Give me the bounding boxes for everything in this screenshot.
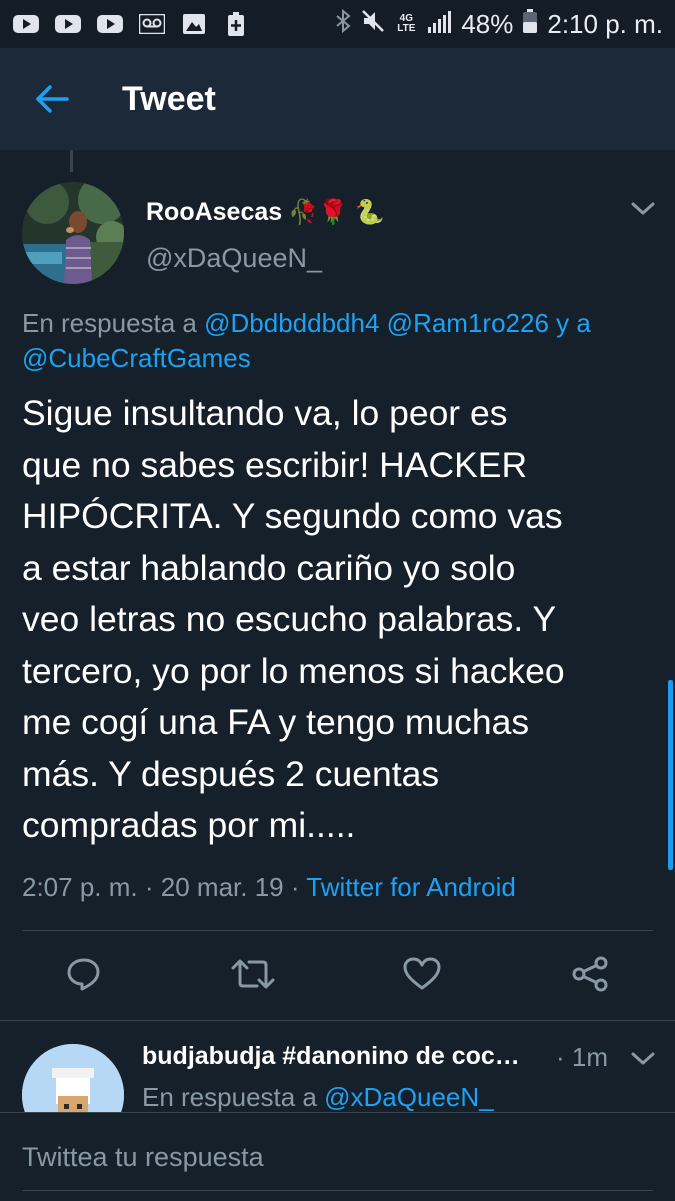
avatar[interactable] <box>22 182 124 284</box>
reply-context: En respuesta a @xDaQueeN_ <box>142 1082 494 1112</box>
chevron-down-icon <box>631 202 655 215</box>
author-emojis: 🥀🌹 🐍 <box>288 199 385 226</box>
retweet-icon <box>231 959 275 989</box>
reply-menu-button[interactable] <box>630 1050 660 1072</box>
reply-author-name[interactable]: budjabudja #danonino de coc… <box>142 1042 542 1071</box>
status-time: 2:10 p. m. <box>547 8 663 39</box>
tweet-time: 2:07 p. m. <box>22 872 138 902</box>
notification-icons <box>0 12 250 36</box>
network-type-icon: 4G LTE <box>395 14 417 34</box>
meta-separator: · <box>290 872 300 902</box>
divider <box>22 930 653 931</box>
mention-link[interactable]: @xDaQueeN_ <box>324 1082 493 1112</box>
scrollbar-thumb[interactable] <box>668 680 673 870</box>
reply-input[interactable]: Twittea tu respuesta <box>22 1135 652 1179</box>
reply-button[interactable] <box>60 950 108 998</box>
retweet-button[interactable] <box>229 950 277 998</box>
tweet-actions <box>0 940 675 1010</box>
share-button[interactable] <box>566 950 614 998</box>
battery-plus-icon <box>222 12 250 36</box>
meta-separator: · <box>144 872 154 902</box>
thread-connector-line <box>70 150 73 172</box>
page-title: Tweet <box>122 79 216 118</box>
reply-time: · 1m <box>556 1042 608 1072</box>
author-name-row[interactable]: RooAsecas 🥀🌹 🐍 <box>146 198 385 227</box>
app-bar: Tweet <box>0 48 675 150</box>
back-button[interactable] <box>20 67 84 131</box>
tweet-body: Sigue insultando va, lo peor es que no s… <box>22 393 565 845</box>
mute-icon <box>361 9 385 40</box>
tweet-meta: 2:07 p. m. · 20 mar. 19 · Twitter for An… <box>22 872 516 903</box>
gallery-icon <box>180 13 208 35</box>
reply-composer: Twittea tu respuesta <box>0 1112 675 1201</box>
author-name: RooAsecas <box>146 198 283 226</box>
like-button[interactable] <box>398 950 446 998</box>
youtube-icon <box>12 13 40 35</box>
arrow-left-icon <box>36 85 69 113</box>
battery-percent: 48% <box>461 8 514 39</box>
tweet-date: 20 mar. 19 <box>160 872 284 902</box>
reply-prefix: En respuesta a <box>22 308 197 338</box>
chevron-down-icon <box>631 1052 655 1065</box>
heart-icon <box>403 957 441 990</box>
system-indicators: 4G LTE 48% 2:10 p. m. <box>335 8 675 40</box>
reply-context: En respuesta a @Dbdbddbdh4 @Ram1ro226 y … <box>22 306 652 376</box>
youtube-icon <box>54 13 82 35</box>
network-label: 4G LTE <box>397 13 416 34</box>
divider <box>0 1020 675 1021</box>
author-handle[interactable]: @xDaQueeN_ <box>146 243 322 274</box>
avatar[interactable] <box>22 1044 124 1112</box>
share-icon <box>572 956 608 992</box>
tweet-menu-button[interactable] <box>630 200 660 222</box>
battery-icon <box>523 8 538 40</box>
composer-underline <box>22 1190 653 1191</box>
mention-link[interactable]: @Dbdbddbdh4 <box>204 308 379 338</box>
bluetooth-icon <box>335 8 351 40</box>
status-bar: 4G LTE 48% 2:10 p. m. <box>0 0 675 48</box>
reply-tweet[interactable]: budjabudja #danonino de coc… · 1m En res… <box>0 1022 675 1112</box>
mention-link[interactable]: @Ram1ro226 <box>387 308 549 338</box>
tweet-source-link[interactable]: Twitter for Android <box>306 872 516 902</box>
youtube-icon <box>96 13 124 35</box>
voicemail-icon <box>138 13 166 35</box>
signal-icon <box>427 9 452 40</box>
mention-link[interactable]: @CubeCraftGames <box>22 343 251 373</box>
reply-prefix: En respuesta a <box>142 1082 317 1112</box>
reply-joiner: y a <box>556 308 591 338</box>
comment-icon <box>67 958 100 991</box>
